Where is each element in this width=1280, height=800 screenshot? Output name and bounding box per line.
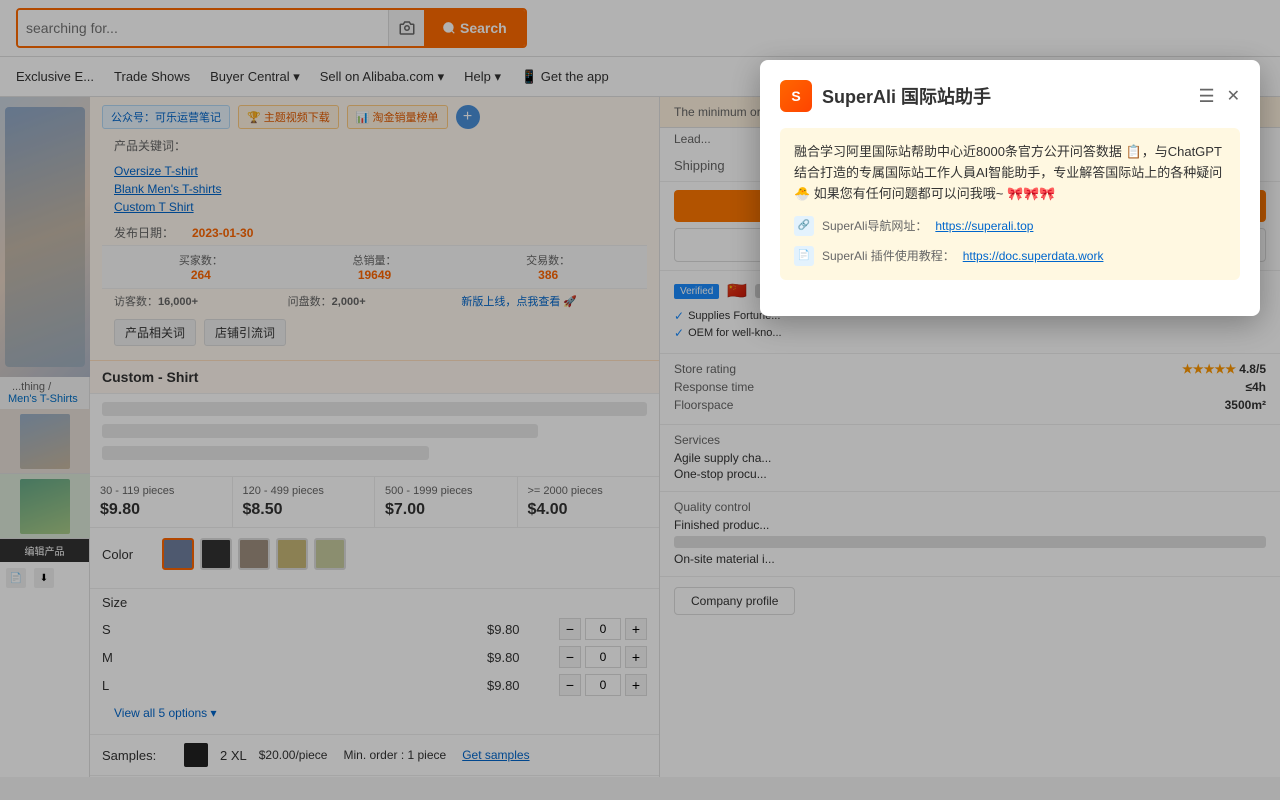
description-text: 融合学习阿里国际站帮助中心近8000条官方公开问答数据 📋，与ChatGPT结合… bbox=[794, 142, 1226, 204]
link1-url[interactable]: https://superali.top bbox=[935, 217, 1033, 236]
superali-panel: S SuperAli 国际站助手 ☰ ✕ 融合学习阿里国际站帮助中心近8000条… bbox=[760, 60, 1260, 316]
link2-label: SuperAli 插件使用教程： bbox=[822, 247, 955, 266]
panel-title: S SuperAli 国际站助手 bbox=[780, 80, 991, 112]
hamburger-icon[interactable]: ☰ bbox=[1198, 86, 1214, 107]
close-icon[interactable]: ✕ bbox=[1227, 86, 1240, 106]
panel-header: S SuperAli 国际站助手 ☰ ✕ bbox=[780, 80, 1240, 112]
link1-label: SuperAli导航网址： bbox=[822, 217, 927, 236]
link1-icon: 🔗 bbox=[794, 216, 814, 236]
link-row-1: 🔗 SuperAli导航网址： https://superali.top bbox=[794, 216, 1226, 236]
panel-title-text: SuperAli 国际站助手 bbox=[822, 83, 991, 109]
link-row-2: 📄 SuperAli 插件使用教程： https://doc.superdata… bbox=[794, 246, 1226, 266]
panel-logo: S bbox=[780, 80, 812, 112]
link2-icon: 📄 bbox=[794, 246, 814, 266]
panel-description: 融合学习阿里国际站帮助中心近8000条官方公开问答数据 📋，与ChatGPT结合… bbox=[780, 128, 1240, 280]
link2-url[interactable]: https://doc.superdata.work bbox=[963, 247, 1104, 266]
